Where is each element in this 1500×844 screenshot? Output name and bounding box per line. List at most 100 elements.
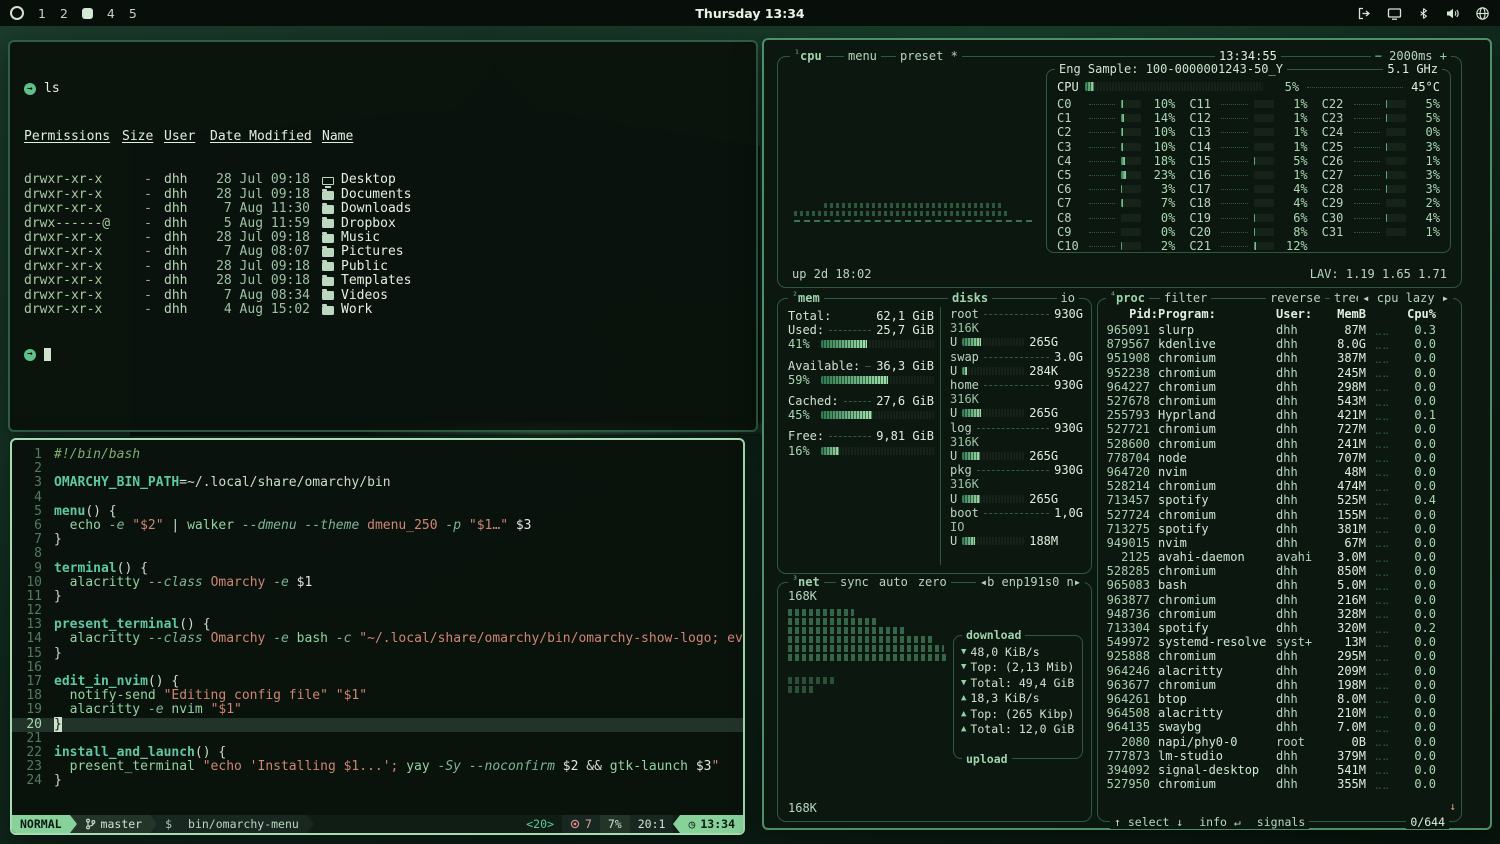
process-name: spotify	[1158, 522, 1276, 536]
process-row[interactable]: 965083bashdhh5.0M⣀⣀0.0	[1106, 578, 1455, 592]
process-row[interactable]: 527950chromiumdhh355M⣀⣀0.0	[1106, 777, 1455, 791]
process-name: chromium	[1158, 777, 1276, 791]
process-name: chromium	[1158, 366, 1276, 380]
workspace-5[interactable]: 5	[129, 6, 137, 21]
process-row[interactable]: 879567kdenlivedhh8.0G⣀⣀0.0	[1106, 337, 1455, 351]
volume-icon[interactable]	[1445, 6, 1460, 21]
process-cpu: 0.4	[1398, 493, 1436, 507]
process-row[interactable]: 528600chromiumdhh241M⣀⣀0.0	[1106, 437, 1455, 451]
process-cpu: 0.0	[1398, 380, 1436, 394]
net-panel-title[interactable]: ³net	[788, 575, 824, 589]
process-row[interactable]: 2080napi/phy0-0root0B⣀⣀0.0	[1106, 734, 1455, 748]
net-interface-selector[interactable]: ◂b enp191s0 n▸	[976, 575, 1085, 589]
process-row[interactable]: 528214chromiumdhh474M⣀⣀0.0	[1106, 479, 1455, 493]
process-name: avahi-daemon	[1158, 550, 1276, 564]
bluetooth-icon[interactable]	[1417, 6, 1430, 21]
process-row[interactable]: 951908chromiumdhh387M⣀⣀0.0	[1106, 351, 1455, 365]
modified-flag: $	[157, 815, 180, 833]
globe-icon[interactable]	[1475, 6, 1490, 21]
process-row[interactable]: 527678chromiumdhh543M⣀⣀0.0	[1106, 394, 1455, 408]
logout-icon[interactable]	[1357, 6, 1372, 21]
workspace-4[interactable]: 4	[107, 6, 115, 21]
directory-name: Downloads	[341, 202, 411, 216]
process-row[interactable]: 255793Hyprlanddhh421M⣀⣀0.1	[1106, 408, 1455, 422]
core-name: C25	[1322, 140, 1348, 154]
process-row[interactable]: 394092signal-desktopdhh541M⣀⣀0.0	[1106, 763, 1455, 777]
core-percent: 10%	[1145, 140, 1175, 154]
process-cpu-graph: ⣀⣀	[1366, 764, 1398, 775]
process-row[interactable]: 713275spotifydhh381M⣀⣀0.0	[1106, 522, 1455, 536]
screen-share-icon[interactable]	[1387, 6, 1402, 21]
workspace-3-active[interactable]	[82, 8, 93, 19]
process-row[interactable]: 964261btopdhh8.0M⣀⣀0.0	[1106, 692, 1455, 706]
scroll-down-indicator[interactable]: ↓	[1449, 800, 1456, 813]
io-toggle[interactable]: io	[1057, 291, 1079, 305]
proc-header-pid[interactable]: Pid:	[1106, 307, 1158, 321]
process-name: chromium	[1158, 607, 1276, 621]
interval-minus[interactable]: −	[1375, 49, 1382, 63]
workspace-1[interactable]: 1	[38, 6, 46, 21]
proc-header-cpu[interactable]: Cpu%	[1398, 307, 1436, 321]
process-row[interactable]: 527721chromiumdhh727M⣀⣀0.0	[1106, 422, 1455, 436]
net-mode-sync[interactable]: sync	[840, 575, 869, 589]
editor-window[interactable]: 1#!/bin/bash23OMARCHY_BIN_PATH=~/.local/…	[10, 438, 745, 835]
terminal-window-ls[interactable]: → ls Permissions Size User Date Modified…	[8, 40, 758, 432]
info-key[interactable]: info ↵	[1199, 815, 1241, 829]
process-row[interactable]: 949015nvimdhh67M⣀⣀0.0	[1106, 536, 1455, 550]
interval-plus[interactable]: +	[1440, 49, 1447, 63]
process-user: dhh	[1276, 422, 1322, 436]
process-row[interactable]: 963677chromiumdhh198M⣀⣀0.0	[1106, 678, 1455, 692]
process-row[interactable]: 963877chromiumdhh216M⣀⣀0.0	[1106, 593, 1455, 607]
sort-selector[interactable]: ◂ cpu lazy ▸	[1358, 291, 1453, 305]
process-user: dhh	[1276, 664, 1322, 678]
signals-key[interactable]: signals	[1257, 815, 1305, 829]
core-name: C4	[1057, 154, 1083, 168]
leader	[1221, 245, 1247, 247]
process-row[interactable]: 713457spotifydhh525M⣀⣀0.4	[1106, 493, 1455, 507]
code-line: 12	[12, 604, 743, 618]
process-row[interactable]: 964720nvimdhh48M⣀⣀0.0	[1106, 465, 1455, 479]
mem-panel-title[interactable]: ²mem	[788, 291, 824, 305]
process-name: slurp	[1158, 323, 1276, 337]
menu-button[interactable]: menu	[844, 49, 881, 63]
core-name: C11	[1189, 97, 1215, 111]
omarchy-logo-icon[interactable]	[10, 6, 24, 20]
process-row[interactable]: 777873lm-studiodhh379M⣀⣀0.0	[1106, 749, 1455, 763]
process-row[interactable]: 527724chromiumdhh155M⣀⣀0.0	[1106, 507, 1455, 521]
process-row[interactable]: 964246alacrittydhh209M⣀⣀0.0	[1106, 664, 1455, 678]
cpu-total-label: CPU	[1057, 80, 1079, 94]
process-row[interactable]: 952238chromiumdhh245M⣀⣀0.0	[1106, 366, 1455, 380]
cpu-frequency: 5.1 GHz	[1383, 62, 1442, 76]
proc-header-program[interactable]: Program:	[1158, 307, 1276, 321]
process-row[interactable]: 964508alacrittydhh210M⣀⣀0.0	[1106, 706, 1455, 720]
disks-panel-title[interactable]: disks	[948, 291, 992, 305]
net-mode-zero[interactable]: zero	[918, 575, 947, 589]
process-row[interactable]: 964135swaybgdhh7.0M⣀⣀0.0	[1106, 720, 1455, 734]
process-mem: 328M	[1322, 607, 1366, 621]
process-row[interactable]: 778704nodedhh707M⣀⣀0.0	[1106, 451, 1455, 465]
preset-button[interactable]: preset *	[896, 49, 962, 63]
btop-window[interactable]: ¹cpu menu preset * 13:34:55 − 2000ms + E…	[762, 38, 1492, 830]
proc-header-mem[interactable]: MemB	[1322, 307, 1366, 321]
filter-button[interactable]: filter	[1160, 291, 1211, 305]
process-row[interactable]: 549972systemd-resolvesyst+13M⣀⣀0.0	[1106, 635, 1455, 649]
workspace-2[interactable]: 2	[60, 6, 68, 21]
load-average: LAV: 1.19 1.65 1.71	[1310, 267, 1447, 281]
process-row[interactable]: 948736chromiumdhh328M⣀⣀0.0	[1106, 607, 1455, 621]
net-mode-auto[interactable]: auto	[879, 575, 908, 589]
reverse-button[interactable]: reverse	[1266, 291, 1325, 305]
core-meter	[1121, 157, 1141, 165]
proc-panel-title[interactable]: ⁴proc	[1106, 291, 1149, 305]
proc-header-user[interactable]: User:	[1276, 307, 1322, 321]
process-row[interactable]: 713304spotifydhh320M⣀⣀0.2	[1106, 621, 1455, 635]
code-line: 13present_terminal() {	[12, 618, 743, 632]
process-row[interactable]: 965091slurpdhh87M⣀⣀0.3	[1106, 323, 1455, 337]
process-row[interactable]: 528285chromiumdhh850M⣀⣀0.0	[1106, 564, 1455, 578]
interval-control[interactable]: − 2000ms +	[1371, 49, 1451, 63]
clock-module[interactable]: Thursday 13:34	[695, 6, 804, 21]
select-keys[interactable]: ↑ select ↓	[1114, 815, 1183, 829]
cpu-panel-title[interactable]: ¹cpu	[790, 49, 826, 63]
process-row[interactable]: 2125avahi-daemonavahi3.0M⣀⣀0.0	[1106, 550, 1455, 564]
process-row[interactable]: 964227chromiumdhh298M⣀⣀0.0	[1106, 380, 1455, 394]
process-row[interactable]: 925888chromiumdhh295M⣀⣀0.0	[1106, 649, 1455, 663]
